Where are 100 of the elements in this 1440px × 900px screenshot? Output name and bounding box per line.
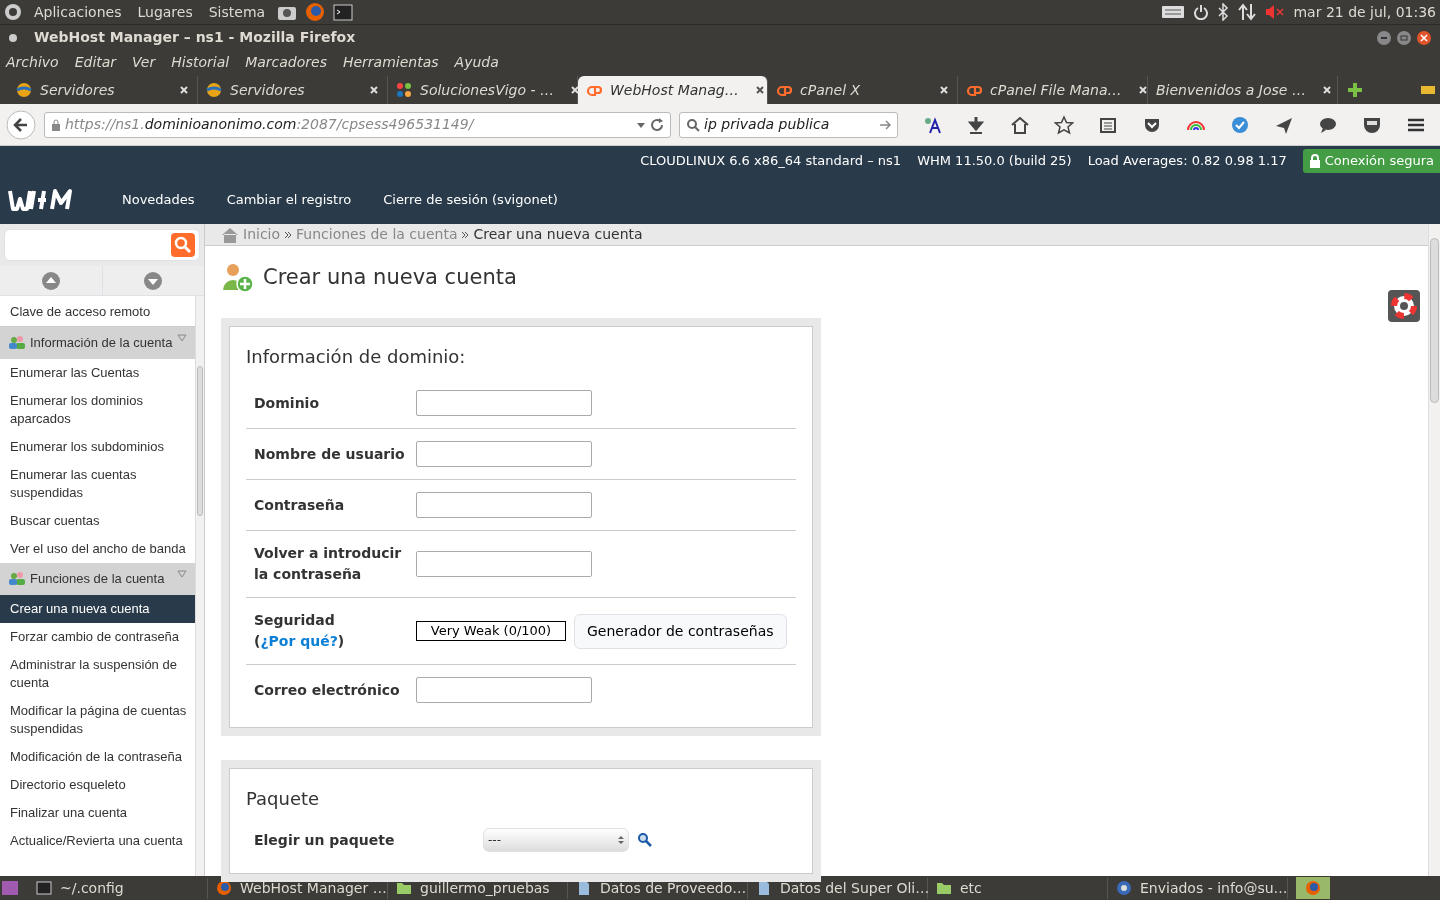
panel-menu[interactable]: Sistema <box>204 1 270 23</box>
minimize-button[interactable] <box>1376 29 1392 46</box>
close-button[interactable] <box>1416 29 1432 46</box>
sidebar-item[interactable]: Ver el uso del ancho de banda <box>0 535 196 563</box>
search-icon <box>686 117 701 132</box>
new-tab-icon[interactable] <box>1346 81 1364 99</box>
text-input[interactable] <box>416 441 592 467</box>
bluetooth-icon[interactable] <box>1217 3 1230 21</box>
page-scrollbar[interactable] <box>1428 224 1440 876</box>
text-input[interactable] <box>416 390 592 416</box>
menu-item[interactable]: Marcadores <box>245 51 327 73</box>
field-label: Correo electrónico <box>254 680 401 700</box>
text-input[interactable] <box>416 677 592 703</box>
window-title: WebHost Manager – ns1 - Mozilla Firefox <box>34 28 357 47</box>
network-arrows-icon[interactable] <box>1237 3 1258 21</box>
taskbar-item[interactable]: guillermo_pruebas <box>388 877 568 899</box>
lock-icon <box>51 118 61 131</box>
header-nav-link[interactable]: Novedades <box>106 190 211 210</box>
home-icon[interactable] <box>1010 114 1030 135</box>
scroll-down-button[interactable] <box>143 270 164 291</box>
package-select[interactable]: --- <box>483 828 629 852</box>
browser-icon[interactable] <box>305 2 326 22</box>
sidebar-item[interactable]: Enumerar las cuentas suspendidas <box>0 461 196 507</box>
browser-tab[interactable]: WebHost Manag… <box>578 76 768 104</box>
sidebar-item[interactable]: Modificación de la contraseña <box>0 743 196 771</box>
sidebar-item[interactable]: Enumerar los dominios aparcados <box>0 387 196 433</box>
field-label: Seguridad (¿Por qué?) <box>254 611 346 651</box>
help-link[interactable]: ¿Por qué? <box>260 633 338 649</box>
menu-item[interactable]: Editar <box>74 51 117 73</box>
text-input[interactable] <box>416 551 592 577</box>
sidebar-item[interactable]: Administrar la suspensión de cuenta <box>0 651 196 697</box>
search-icon[interactable] <box>637 832 653 848</box>
sidebar-item[interactable]: Directorio esqueleto <box>0 771 196 799</box>
go-arrow-icon[interactable] <box>879 118 891 131</box>
sidebar-item[interactable]: Buscar cuentas <box>0 507 196 535</box>
header-nav-link[interactable]: Cambiar el registro <box>210 190 368 210</box>
taskbar-item[interactable]: Datos del Super Oli… <box>748 877 928 899</box>
help-lifebuoy-button[interactable] <box>1388 290 1420 322</box>
password-generator-button[interactable]: Generador de contraseñas <box>574 613 787 649</box>
search-bar[interactable]: ip privada publica <box>679 111 898 138</box>
select-value: --- <box>488 832 502 849</box>
sidebar-item[interactable]: Finalizar una cuenta <box>0 799 196 827</box>
close-icon[interactable] <box>754 85 765 95</box>
menu-item[interactable]: Herramientas <box>342 51 439 73</box>
address-bar[interactable]: https://ns1.dominioanonimo.com:2087/cpsess496531149/ <box>44 111 672 138</box>
menu-item[interactable]: Ver <box>132 51 156 73</box>
sidebar-item[interactable]: Enumerar las Cuentas <box>0 359 196 387</box>
menu-item[interactable]: Archivo <box>6 51 59 73</box>
taskbar-item[interactable]: WebHost Manager … <box>208 877 388 899</box>
globe-icon <box>206 82 222 98</box>
page-title: Crear una nueva cuenta <box>263 264 517 292</box>
power-icon[interactable] <box>1193 4 1210 20</box>
menu-item[interactable]: Historial <box>171 51 230 73</box>
dropdown-icon[interactable] <box>636 120 647 129</box>
document-icon <box>576 880 592 896</box>
browser-icon <box>1305 880 1321 896</box>
ubuntu-logo-icon[interactable] <box>4 3 22 21</box>
back-button[interactable] <box>6 109 36 140</box>
document-icon <box>756 880 772 896</box>
taskbar-item[interactable]: Enviados - info@su… <box>1108 877 1288 899</box>
sidebar-scrollbar[interactable] <box>195 296 204 876</box>
taskbar-item[interactable]: Datos de Proveedo… <box>568 877 748 899</box>
header-nav-link[interactable]: Cierre de sesión (svigonet) <box>367 190 574 210</box>
taskbar-item[interactable]: ~/.config <box>28 877 208 899</box>
scroll-up-button[interactable] <box>40 270 61 291</box>
menu-item[interactable]: Ayuda <box>454 51 499 73</box>
checkmark-badge-icon[interactable] <box>1230 114 1250 135</box>
section-heading: Paquete <box>246 787 321 811</box>
muted-speaker-icon[interactable] <box>1265 4 1286 20</box>
taskbar-browser-button[interactable] <box>1296 877 1330 899</box>
sidebar-item[interactable]: Crear una nueva cuenta <box>0 595 196 623</box>
mail-client-icon <box>1116 880 1132 896</box>
sidebar-search-field[interactable] <box>4 229 200 261</box>
clock[interactable]: mar 21 de jul, 01:36 <box>1293 1 1436 23</box>
bookmark-star-icon[interactable] <box>1054 114 1074 135</box>
reload-icon[interactable] <box>650 117 665 132</box>
sidebar-item[interactable]: Modificar la página de cuentas suspendidas <box>0 697 196 743</box>
globe-icon <box>16 82 32 98</box>
folder-icon <box>396 880 412 896</box>
breadcrumb-separator-icon <box>461 229 470 240</box>
tab-list-icon[interactable] <box>1420 85 1436 95</box>
users-icon <box>8 334 26 350</box>
search-button[interactable] <box>171 233 195 257</box>
breadcrumb-separator-icon <box>284 229 293 240</box>
text-input[interactable] <box>416 492 592 518</box>
field-label: Contraseña <box>254 495 346 515</box>
add-user-icon <box>221 262 255 294</box>
joomla-icon <box>396 82 412 98</box>
terminal-icon <box>36 880 52 896</box>
secure-connection-badge: Conexión segura <box>1302 149 1440 173</box>
panel-menu[interactable]: Lugares <box>133 1 197 23</box>
sidebar-item[interactable]: Forzar cambio de contraseña <box>0 623 196 651</box>
keyboard-icon[interactable] <box>1161 5 1186 19</box>
taskbar-item[interactable]: etc <box>928 877 1108 899</box>
download-icon[interactable] <box>966 114 986 135</box>
server-info: WHM 11.50.0 (build 25) <box>917 152 1072 171</box>
sidebar-item[interactable]: Enumerar los subdominios <box>0 433 196 461</box>
terminal-icon[interactable] <box>333 3 354 21</box>
panel-menu[interactable]: Aplicaciones <box>30 1 126 23</box>
sidebar-item[interactable]: Actualice/Revierta una cuenta <box>0 827 196 855</box>
